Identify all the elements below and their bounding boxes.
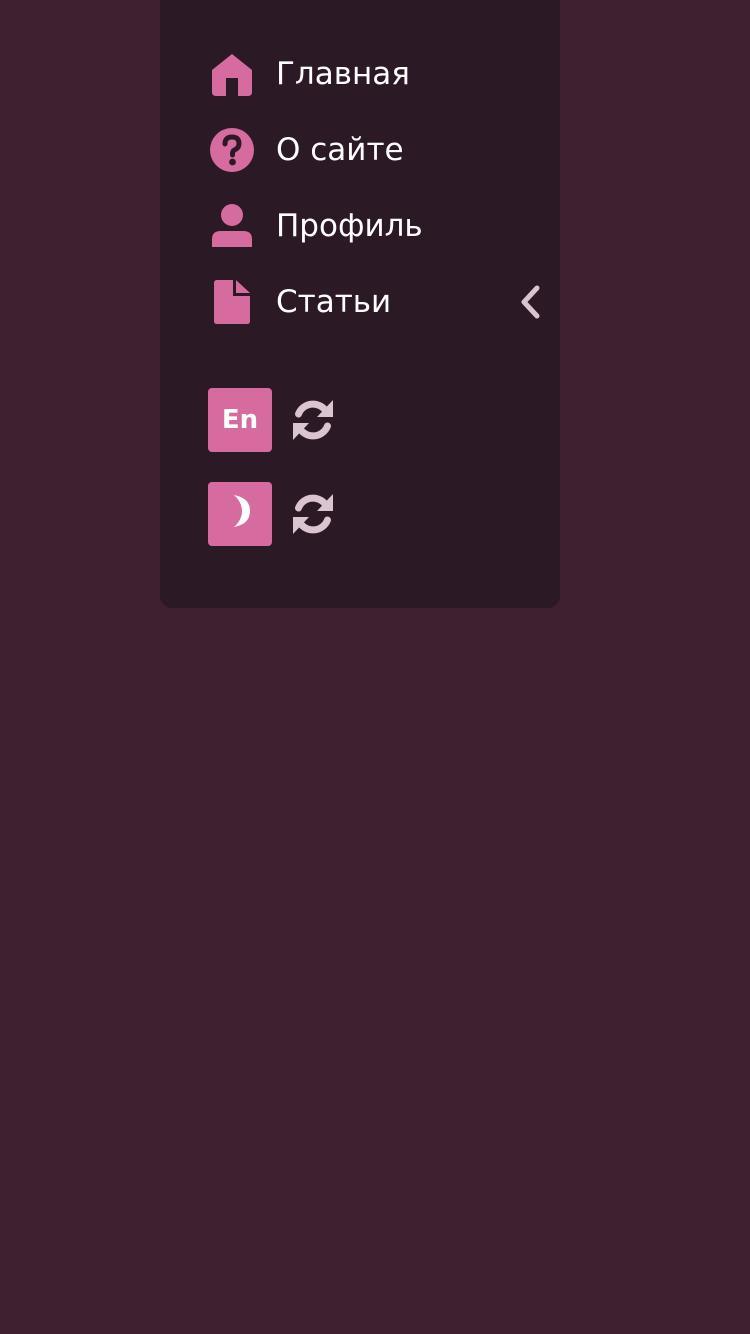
theme-button[interactable] bbox=[208, 482, 272, 546]
language-button[interactable]: En bbox=[208, 388, 272, 452]
nav-item-about[interactable]: О сайте bbox=[208, 120, 552, 180]
moon-icon bbox=[228, 493, 252, 536]
home-icon bbox=[208, 50, 256, 98]
nav-label-about: О сайте bbox=[276, 131, 404, 168]
file-icon bbox=[208, 278, 256, 326]
nav-label-home: Главная bbox=[276, 55, 410, 92]
chevron-left-icon[interactable] bbox=[516, 282, 544, 322]
nav-label-profile: Профиль bbox=[276, 207, 423, 244]
refresh-icon[interactable] bbox=[290, 397, 336, 443]
nav-item-profile[interactable]: Профиль bbox=[208, 196, 552, 256]
language-label: En bbox=[221, 405, 259, 435]
nav-item-articles[interactable]: Статьи bbox=[208, 272, 552, 332]
nav-label-articles: Статьи bbox=[276, 283, 392, 320]
user-icon bbox=[208, 202, 256, 250]
language-toggle-row: En bbox=[208, 388, 336, 452]
question-circle-icon bbox=[208, 126, 256, 174]
theme-toggle-row bbox=[208, 482, 336, 546]
nav-item-home[interactable]: Главная bbox=[208, 44, 552, 104]
sidebar-menu: Главная О сайте Профиль Статьи En bbox=[160, 0, 560, 608]
refresh-icon[interactable] bbox=[290, 491, 336, 537]
